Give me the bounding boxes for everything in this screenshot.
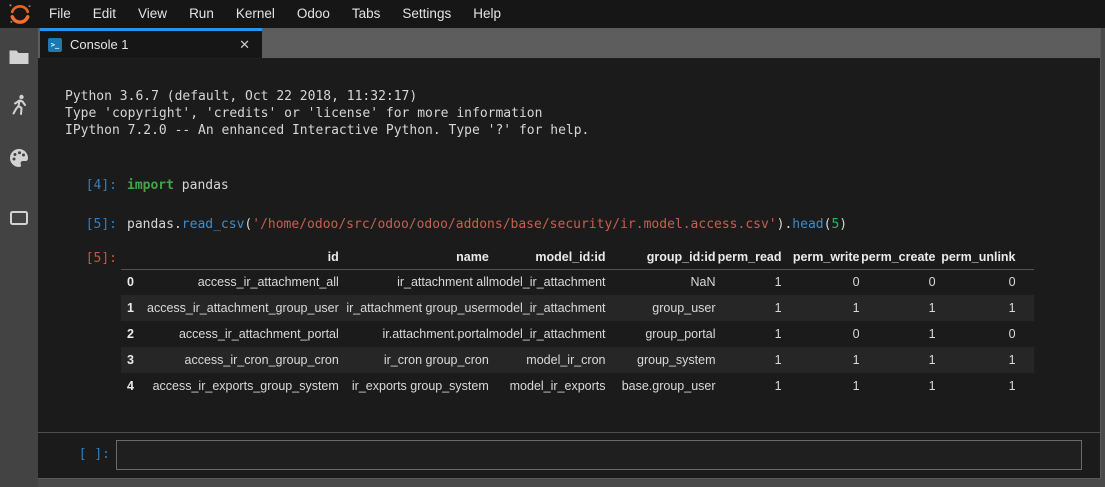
menu-item-file[interactable]: File xyxy=(38,0,82,28)
table-cell: ir_exports group_system xyxy=(339,373,489,399)
column-header: perm_unlink xyxy=(936,246,1034,269)
console-input-row: [ ]: xyxy=(38,440,1082,470)
table-cell: 0 xyxy=(782,269,860,295)
column-header: group_id:id xyxy=(606,246,716,269)
table-cell: model_ir_cron xyxy=(489,347,606,373)
input-cell-4: [4]: import pandas xyxy=(38,178,1100,193)
table-cell: access_ir_attachment_portal xyxy=(147,321,339,347)
table-cell: 1 xyxy=(860,321,936,347)
table-cell: base.group_user xyxy=(606,373,716,399)
table-cell: group_system xyxy=(606,347,716,373)
tab-bar: >_ Console 1 ✕ xyxy=(38,28,1100,59)
table-cell: access_ir_cron_group_cron xyxy=(147,347,339,373)
table-cell: 1 xyxy=(716,373,782,399)
python-banner: Python 3.6.7 (default, Oct 22 2018, 11:3… xyxy=(65,88,589,139)
table-cell: 1 xyxy=(121,295,147,321)
table-cell: 1 xyxy=(716,269,782,295)
table-cell: 1 xyxy=(936,347,1034,373)
table-cell: 1 xyxy=(936,295,1034,321)
menu-item-kernel[interactable]: Kernel xyxy=(225,0,286,28)
output-cell-5: [5]: idnamemodel_id:idgroup_id:idperm_re… xyxy=(38,246,1034,399)
console-panel: >_ Console 1 ✕ Python 3.6.7 (default, Oc… xyxy=(38,28,1101,479)
menu-items: FileEditViewRunKernelOdooTabsSettingsHel… xyxy=(38,0,512,28)
table-cell: access_ir_exports_group_system xyxy=(147,373,339,399)
command-palette-icon[interactable] xyxy=(7,146,31,170)
out-prompt-5: [5]: xyxy=(38,246,117,399)
table-cell: ir.attachment.portal xyxy=(339,321,489,347)
table-cell: ir_attachment all xyxy=(339,269,489,295)
table-cell: 1 xyxy=(936,373,1034,399)
table-cell: group_user xyxy=(606,295,716,321)
table-cell: 1 xyxy=(782,347,860,373)
console-icon: >_ xyxy=(48,38,62,52)
menubar: FileEditViewRunKernelOdooTabsSettingsHel… xyxy=(0,0,1105,28)
column-header: name xyxy=(339,246,489,269)
column-header xyxy=(121,246,147,269)
menu-item-tabs[interactable]: Tabs xyxy=(341,0,392,28)
table-cell: 0 xyxy=(936,269,1034,295)
table-cell: 1 xyxy=(782,373,860,399)
dataframe-table: idnamemodel_id:idgroup_id:idperm_readper… xyxy=(121,246,1034,399)
menu-item-settings[interactable]: Settings xyxy=(391,0,462,28)
table-cell: model_ir_attachment xyxy=(489,321,606,347)
table-cell: model_ir_attachment xyxy=(489,295,606,321)
open-tabs-icon[interactable] xyxy=(7,206,31,230)
table-row: 4access_ir_exports_group_systemir_export… xyxy=(121,373,1034,399)
column-header: id xyxy=(147,246,339,269)
column-header: model_id:id xyxy=(489,246,606,269)
table-cell: 0 xyxy=(121,269,147,295)
table-cell: ir_cron group_cron xyxy=(339,347,489,373)
table-cell: 4 xyxy=(121,373,147,399)
console-code-input[interactable] xyxy=(116,440,1082,470)
table-row: 3access_ir_cron_group_cronir_cron group_… xyxy=(121,347,1034,373)
table-cell: access_ir_attachment_group_user xyxy=(147,295,339,321)
table-cell: 1 xyxy=(860,295,936,321)
code-source: import pandas xyxy=(127,178,229,193)
table-cell: access_ir_attachment_all xyxy=(147,269,339,295)
table-cell: 1 xyxy=(716,347,782,373)
column-header: perm_create xyxy=(860,246,936,269)
menu-item-help[interactable]: Help xyxy=(462,0,512,28)
table-cell: 0 xyxy=(860,269,936,295)
console-content: Python 3.6.7 (default, Oct 22 2018, 11:3… xyxy=(38,59,1100,478)
table-cell: 0 xyxy=(936,321,1034,347)
empty-prompt: [ ]: xyxy=(38,440,110,470)
tab-close-icon[interactable]: ✕ xyxy=(239,37,250,53)
in-prompt-4: [4]: xyxy=(38,178,117,193)
input-separator xyxy=(38,432,1100,433)
table-cell: 1 xyxy=(860,373,936,399)
running-sessions-icon[interactable] xyxy=(7,93,31,117)
column-header: perm_read xyxy=(716,246,782,269)
menu-item-run[interactable]: Run xyxy=(178,0,225,28)
table-header-row: idnamemodel_id:idgroup_id:idperm_readper… xyxy=(121,246,1034,269)
odoo-spinner-logo xyxy=(5,1,35,27)
table-cell: 1 xyxy=(716,321,782,347)
table-cell: 2 xyxy=(121,321,147,347)
table-cell: 3 xyxy=(121,347,147,373)
table-cell: 1 xyxy=(782,295,860,321)
table-cell: 1 xyxy=(860,347,936,373)
in-prompt-5: [5]: xyxy=(38,217,117,232)
menu-item-view[interactable]: View xyxy=(127,0,178,28)
table-cell: 1 xyxy=(716,295,782,321)
tab-console-1[interactable]: >_ Console 1 ✕ xyxy=(40,28,262,58)
input-cell-5: [5]: pandas.read_csv('/home/odoo/src/odo… xyxy=(38,217,1100,232)
table-cell: group_portal xyxy=(606,321,716,347)
file-browser-icon[interactable] xyxy=(7,45,31,69)
column-header: perm_write xyxy=(782,246,860,269)
table-cell: model_ir_attachment xyxy=(489,269,606,295)
table-row: 0access_ir_attachment_allir_attachment a… xyxy=(121,269,1034,295)
table-cell: ir_attachment group_user xyxy=(339,295,489,321)
table-cell: NaN xyxy=(606,269,716,295)
table-cell: 0 xyxy=(782,321,860,347)
menu-item-odoo[interactable]: Odoo xyxy=(286,0,341,28)
activity-sidebar xyxy=(0,28,38,487)
tab-label: Console 1 xyxy=(70,37,129,52)
table-row: 1access_ir_attachment_group_userir_attac… xyxy=(121,295,1034,321)
table-row: 2access_ir_attachment_portalir.attachmen… xyxy=(121,321,1034,347)
menu-item-edit[interactable]: Edit xyxy=(82,0,127,28)
table-cell: model_ir_exports xyxy=(489,373,606,399)
code-source: pandas.read_csv('/home/odoo/src/odoo/odo… xyxy=(127,217,847,232)
